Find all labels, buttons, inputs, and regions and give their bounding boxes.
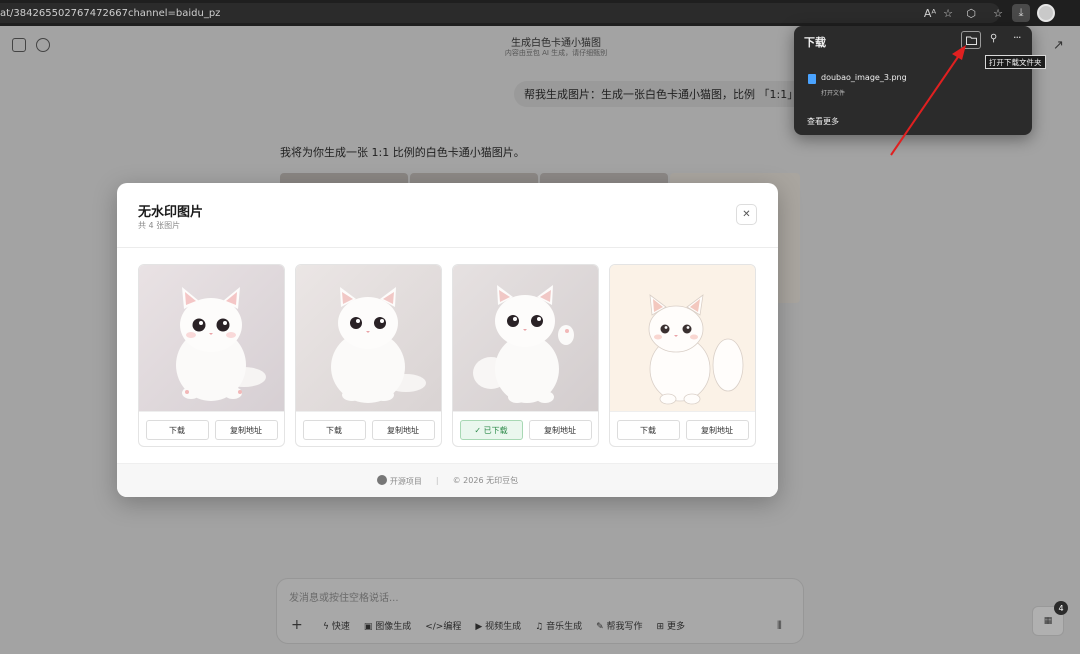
github-icon <box>376 474 387 485</box>
image-card: 下载 复制地址 <box>138 264 285 447</box>
search-icon[interactable]: ⚲ <box>990 33 997 44</box>
downloads-panel: 下载 ⚲ ··· doubao_image_3.png 打开文件 查看更多 <box>794 26 1032 135</box>
video-icon: ▶ <box>475 622 486 632</box>
card-actions: ✓ 已下载 复制地址 <box>453 411 598 446</box>
address-bar[interactable]: at/384265502767472667channel=baidu_pz <box>0 3 1000 23</box>
browser-toolbar: at/384265502767472667channel=baidu_pz Aᴬ… <box>0 0 1080 26</box>
cat-image[interactable] <box>453 265 598 411</box>
modal-title: 无水印图片 <box>138 205 204 220</box>
open-downloads-folder-button[interactable] <box>961 31 981 49</box>
downloads-title: 下载 <box>804 36 826 49</box>
footer-separator: | <box>435 476 439 485</box>
download-button[interactable]: 下载 <box>145 420 209 440</box>
address-bar-url[interactable]: at/384265502767472667channel=baidu_pz <box>0 8 220 19</box>
file-icon <box>808 74 816 84</box>
profile-avatar[interactable] <box>1037 4 1055 22</box>
divider <box>117 247 778 248</box>
tool-music-gen[interactable]: ♫ 音乐生成 <box>535 619 582 632</box>
favorites-list-icon[interactable]: ☆ <box>989 4 1007 22</box>
user-message-bubble: 帮我生成图片：生成一张白色卡通小猫图，比例 「1:1」 <box>514 81 809 107</box>
downloaded-button[interactable]: ✓ 已下载 <box>459 420 523 440</box>
writing-icon: ✎ <box>596 622 607 632</box>
card-actions: 下载 复制地址 <box>139 411 284 446</box>
more-options-icon[interactable]: ··· <box>1013 31 1021 44</box>
cat-image[interactable] <box>610 265 755 411</box>
download-button[interactable]: 下载 <box>302 420 366 440</box>
copy-url-button[interactable]: 复制地址 <box>528 420 592 440</box>
tool-coding[interactable]: </>编程 <box>425 619 461 632</box>
add-attachment-icon[interactable]: + <box>291 617 303 633</box>
lightning-icon: ϟ <box>323 622 332 632</box>
tool-writing[interactable]: ✎ 帮我写作 <box>596 619 642 632</box>
tool-video-gen[interactable]: ▶ 视频生成 <box>475 619 521 632</box>
keyboard-icon: ▦ <box>1043 616 1053 626</box>
folder-icon <box>965 36 977 45</box>
favorites-star-icon[interactable]: ☆ <box>939 4 957 22</box>
copy-url-button[interactable]: 复制地址 <box>371 420 435 440</box>
tooltip: 打开下载文件夹 <box>985 55 1046 69</box>
notification-badge: 4 <box>1054 601 1068 615</box>
download-file-name[interactable]: doubao_image_3.png <box>821 73 907 82</box>
image-card: 下载 复制地址 <box>609 264 756 447</box>
copy-url-button[interactable]: 复制地址 <box>685 420 749 440</box>
composer-tools: ϟ 快速 ▣ 图像生成 </>编程 ▶ 视频生成 ♫ 音乐生成 ✎ 帮我写作 ⊞… <box>323 619 685 632</box>
footer-copyright: © 2026 无印豆包 <box>452 476 519 485</box>
image-card: ✓ 已下载 复制地址 <box>452 264 599 447</box>
copy-url-button[interactable]: 复制地址 <box>214 420 278 440</box>
grid-icon: ⊞ <box>656 622 667 632</box>
cat-image[interactable] <box>296 265 441 411</box>
voice-input-icon[interactable]: ⦀ <box>777 619 782 633</box>
download-icon[interactable]: ⤓ <box>1012 4 1030 22</box>
modal-footer: 开源项目 | © 2026 无印豆包 <box>117 463 778 497</box>
card-actions: 下载 复制地址 <box>296 411 441 446</box>
tool-image-gen[interactable]: ▣ 图像生成 <box>364 619 411 632</box>
image-cards: 下载 复制地址 下载 复制地址 ✓ 已下载 复制地址 下载 复制地址 <box>138 264 756 447</box>
reader-mode-icon[interactable]: Aᴬ <box>921 4 939 22</box>
extensions-icon[interactable]: ⬡ <box>962 4 980 22</box>
close-icon: ✕ <box>742 209 751 220</box>
code-icon: </> <box>425 622 444 632</box>
music-icon: ♫ <box>535 622 547 632</box>
download-button[interactable]: 下载 <box>616 420 680 440</box>
share-icon[interactable]: ↗ <box>1053 38 1064 53</box>
bot-message: 我将为你生成一张 1:1 比例的白色卡通小猫图片。 <box>280 146 525 159</box>
image-card: 下载 复制地址 <box>295 264 442 447</box>
composer-placeholder[interactable]: 发消息或按住空格说话... <box>289 589 399 604</box>
modal-subtitle: 共 4 张图片 <box>138 221 181 230</box>
watermark-free-images-modal: 无水印图片 共 4 张图片 ✕ 下载 复制地址 下载 复制地址 ✓ 已下载 复制… <box>117 183 778 497</box>
image-icon: ▣ <box>363 622 376 632</box>
tool-quick[interactable]: ϟ 快速 <box>323 619 350 632</box>
message-composer[interactable]: 发消息或按住空格说话... + ϟ 快速 ▣ 图像生成 </>编程 ▶ 视频生成… <box>276 578 804 644</box>
cat-image[interactable] <box>139 265 284 411</box>
close-button[interactable]: ✕ <box>736 204 757 225</box>
open-file-link[interactable]: 打开文件 <box>821 88 845 97</box>
see-more-link[interactable]: 查看更多 <box>807 116 839 127</box>
card-actions: 下载 复制地址 <box>610 411 755 446</box>
tool-more[interactable]: ⊞ 更多 <box>657 619 685 632</box>
open-source-link[interactable]: 开源项目 <box>376 474 422 487</box>
